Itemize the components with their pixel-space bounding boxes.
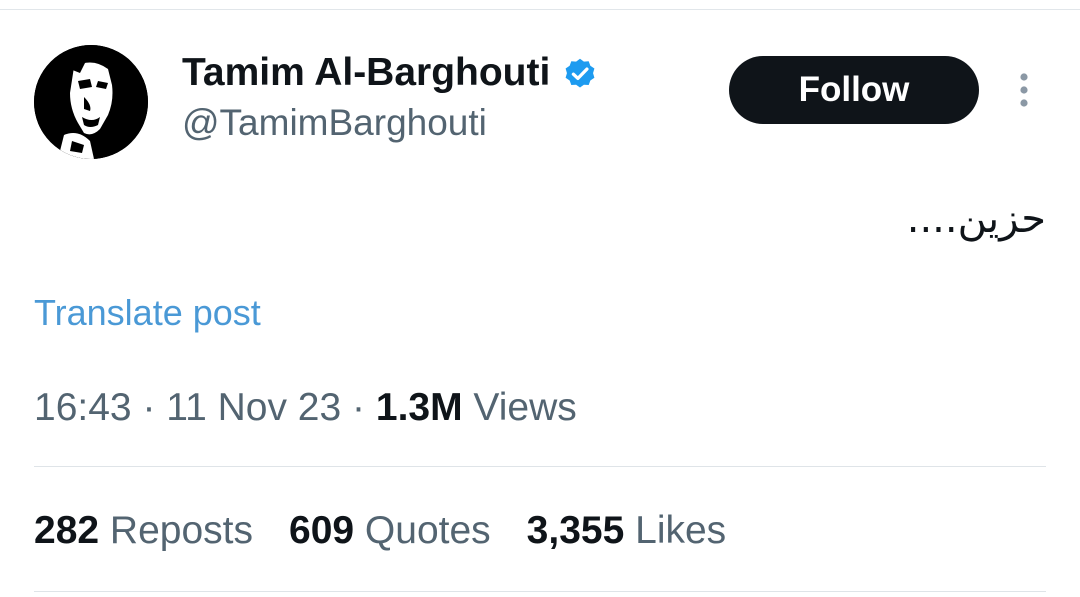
translate-post-link[interactable]: Translate post bbox=[34, 292, 261, 334]
author-display-name[interactable]: Tamim Al-Barghouti bbox=[182, 51, 550, 95]
likes-count: 3,355 bbox=[526, 509, 625, 552]
reposts-stat[interactable]: 282 Reposts bbox=[34, 509, 253, 553]
reposts-label: Reposts bbox=[109, 509, 253, 552]
more-options-button[interactable] bbox=[1006, 68, 1042, 112]
likes-label: Likes bbox=[635, 509, 727, 552]
quotes-stat[interactable]: 609 Quotes bbox=[289, 509, 491, 553]
engagement-stats: 282 Reposts 609 Quotes 3,355 Likes bbox=[34, 509, 762, 553]
views-label: Views bbox=[473, 386, 577, 429]
avatar[interactable] bbox=[34, 45, 148, 159]
reposts-count: 282 bbox=[34, 509, 100, 552]
post-text: حزين.... bbox=[906, 196, 1046, 242]
quotes-label: Quotes bbox=[364, 509, 491, 552]
quotes-count: 609 bbox=[289, 509, 355, 552]
likes-stat[interactable]: 3,355 Likes bbox=[527, 509, 727, 553]
verified-badge-icon bbox=[562, 55, 598, 91]
divider bbox=[34, 591, 1046, 592]
divider bbox=[34, 466, 1046, 467]
post-date[interactable]: 11 Nov 23 bbox=[166, 386, 341, 429]
meta-separator: · bbox=[142, 386, 156, 429]
author-name-row[interactable]: Tamim Al-Barghouti bbox=[182, 50, 598, 96]
post-time[interactable]: 16:43 bbox=[34, 386, 132, 429]
avatar-portrait-icon bbox=[34, 45, 148, 159]
views-count: 1.3M bbox=[375, 386, 463, 429]
author-handle[interactable]: @TamimBarghouti bbox=[182, 102, 487, 144]
meta-separator: · bbox=[352, 386, 366, 429]
follow-button[interactable]: Follow bbox=[729, 56, 979, 124]
more-vertical-icon bbox=[1020, 73, 1028, 107]
post-meta: 16:43 · 11 Nov 23 · 1.3M Views bbox=[34, 386, 577, 430]
top-divider bbox=[0, 9, 1080, 10]
